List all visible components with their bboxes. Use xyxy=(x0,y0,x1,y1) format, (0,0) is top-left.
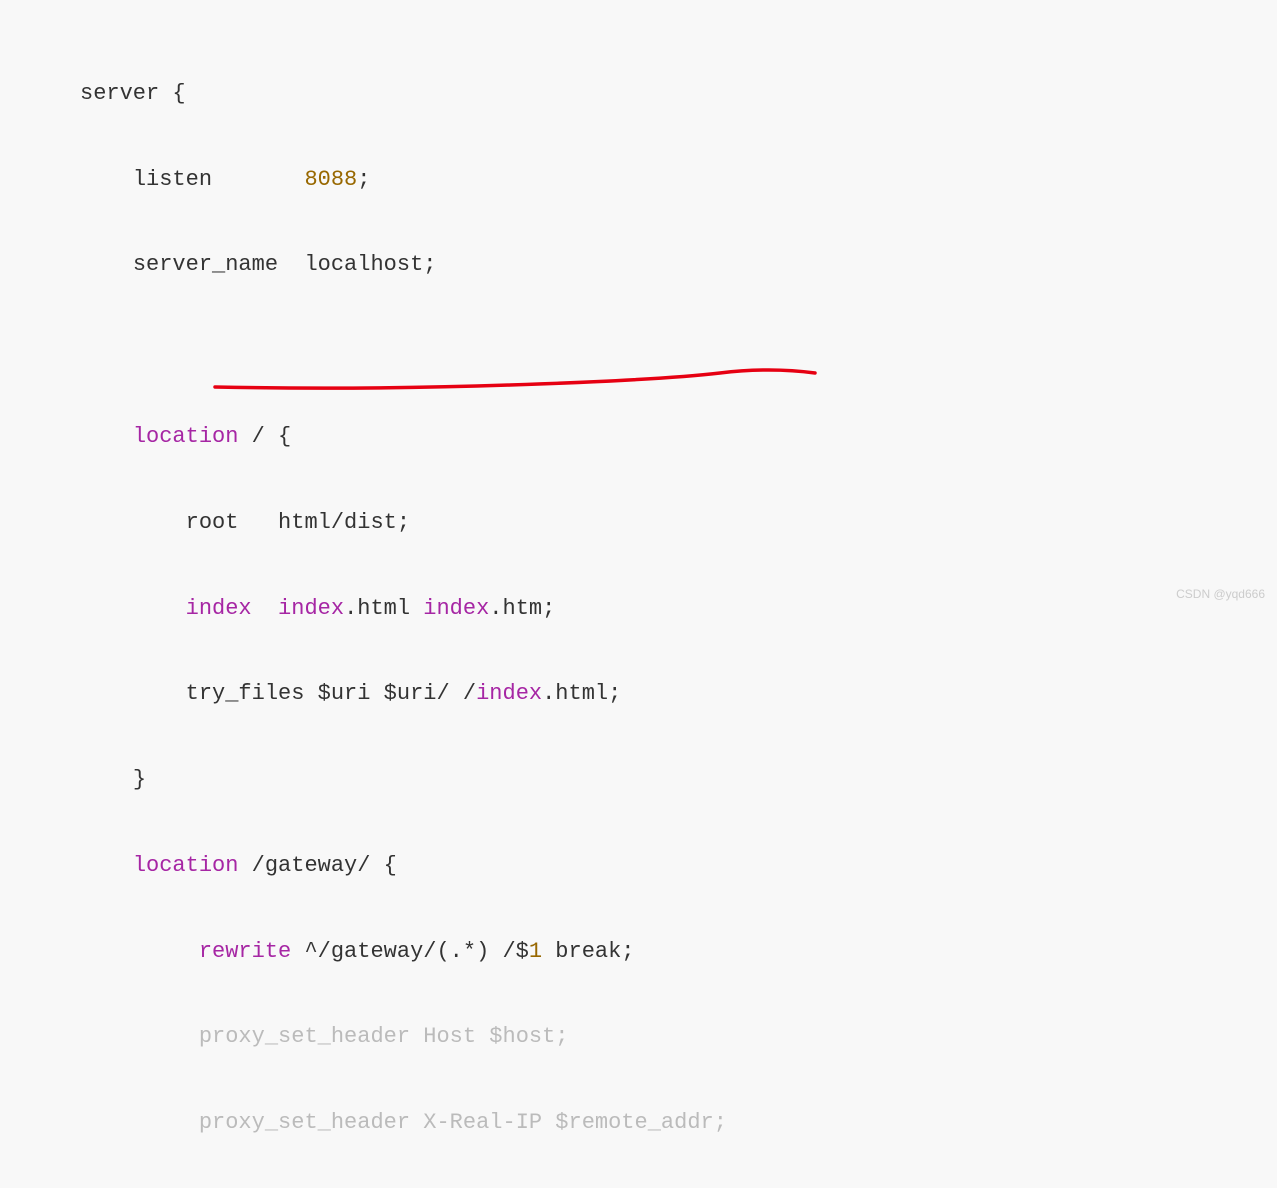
watermark-text: CSDN @yqd666 xyxy=(1176,583,1265,606)
nginx-config-code: server { listen 8088; server_name localh… xyxy=(0,0,1277,1188)
